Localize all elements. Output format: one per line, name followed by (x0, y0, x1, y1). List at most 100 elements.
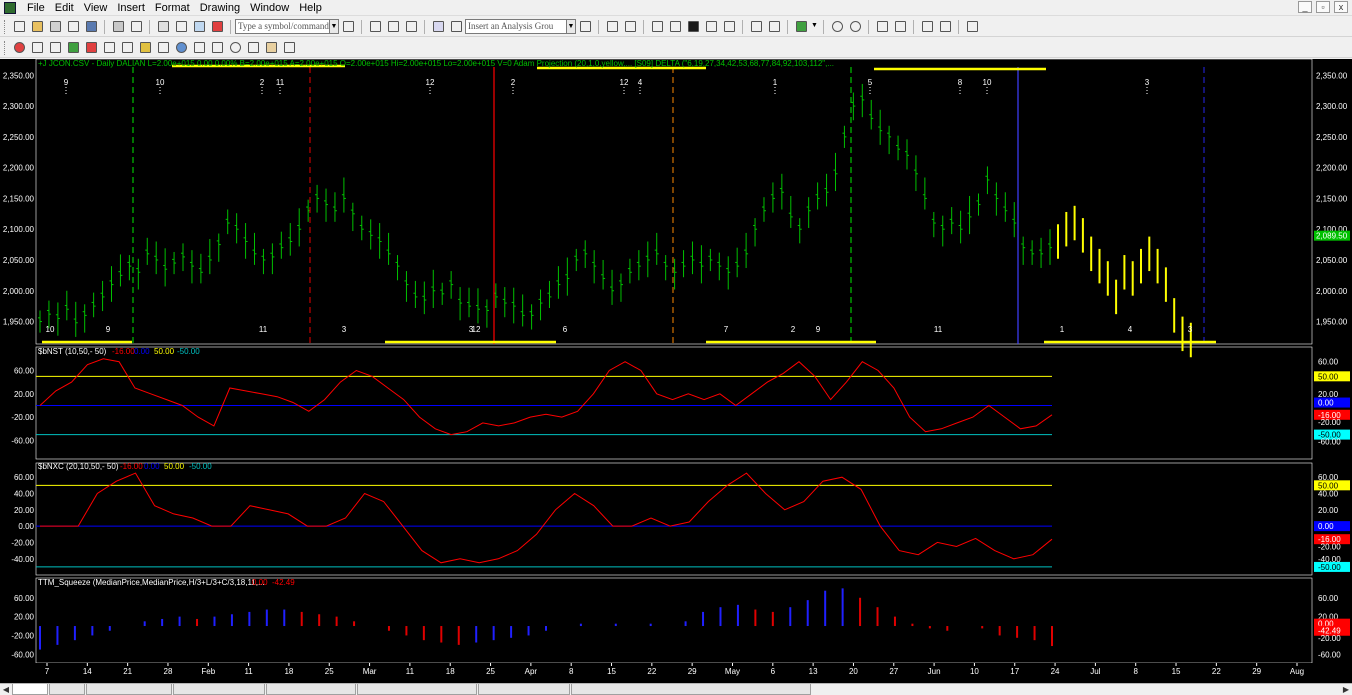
toolbar-grip[interactable] (4, 40, 7, 55)
menu-drawing[interactable]: Drawing (195, 1, 245, 15)
document-tab[interactable] (478, 684, 570, 695)
delta-label-top: 3 (1145, 78, 1150, 87)
nxc-right-label: 0.00 (1318, 522, 1334, 531)
date-axis-label: Apr (525, 667, 538, 676)
menu-view[interactable]: View (79, 1, 113, 15)
application-window: File Edit View Insert Format Drawing Win… (0, 0, 1352, 695)
date-axis-label: 17 (1010, 667, 1019, 676)
alert-icon[interactable] (964, 19, 980, 35)
close-button[interactable]: x (1334, 1, 1348, 13)
cycles-icon[interactable] (155, 40, 171, 56)
layout-icon[interactable] (191, 19, 207, 35)
toolbar-grip[interactable] (4, 19, 7, 34)
wave-icon[interactable] (281, 40, 297, 56)
document-tab[interactable] (86, 684, 172, 695)
document-tab[interactable] (49, 684, 85, 695)
pointer-icon[interactable] (874, 19, 890, 35)
new-workspace-icon[interactable] (65, 19, 81, 35)
analysis-group-icon[interactable] (577, 19, 593, 35)
chart-canvas[interactable]: 2,350.00 2,350.00 2,300.00 2,300.00 2,250.00… (0, 59, 1352, 683)
date-axis-label: 28 (164, 667, 173, 676)
circle-tool-icon[interactable] (11, 40, 27, 56)
globe-icon[interactable] (173, 40, 189, 56)
delta-label-bottom: 9 (106, 325, 111, 334)
chart-area[interactable]: 2,350.00 2,350.00 2,300.00 2,300.00 2,250.00… (0, 59, 1352, 683)
print-icon[interactable] (110, 19, 126, 35)
gann-icon[interactable] (137, 40, 153, 56)
delta-label-bottom: 4 (1128, 325, 1133, 334)
ohlc-bar-icon[interactable] (703, 19, 719, 35)
chevron-down-icon[interactable]: ▼ (810, 19, 819, 34)
calendar-icon[interactable] (209, 40, 225, 56)
line-chart-icon[interactable] (721, 19, 737, 35)
ttm-axis-tick: 20.00 (14, 613, 35, 622)
color-bars-icon[interactable] (793, 19, 809, 35)
nxc-axis-tick: -20.00 (11, 538, 34, 547)
menu-edit[interactable]: Edit (50, 1, 79, 15)
menu-file[interactable]: File (22, 1, 50, 15)
alerts-icon[interactable] (83, 40, 99, 56)
price-axis-tick-left: 2,100.00 (3, 225, 35, 234)
zoom-out-icon[interactable] (847, 19, 863, 35)
chevron-down-icon[interactable]: ▼ (567, 19, 576, 34)
save-icon[interactable] (83, 19, 99, 35)
document-tab[interactable] (571, 684, 811, 695)
app-icon[interactable] (4, 1, 16, 14)
price-axis-tick-right: 2,050.00 (1316, 256, 1348, 265)
symbol-command-input[interactable]: Type a symbol/command (235, 19, 330, 34)
scroll-left-icon[interactable]: ◀ (0, 685, 12, 694)
format-icon[interactable] (622, 19, 638, 35)
new-file-icon[interactable] (11, 19, 27, 35)
grid-view-icon[interactable] (403, 19, 419, 35)
bar-chart-icon[interactable] (667, 19, 683, 35)
menu-insert[interactable]: Insert (112, 1, 150, 15)
scan-icon[interactable] (65, 40, 81, 56)
document-tab-active[interactable] (12, 684, 48, 695)
indicator-icon[interactable] (430, 19, 446, 35)
nxc-right-label: -50.00 (1318, 563, 1341, 572)
zoom-in-icon[interactable] (829, 19, 845, 35)
document-tab[interactable] (173, 684, 265, 695)
table-icon[interactable] (263, 40, 279, 56)
quote-board-icon[interactable] (173, 19, 189, 35)
crosshair-icon[interactable] (766, 19, 782, 35)
compress-icon[interactable] (649, 19, 665, 35)
find-symbol-icon[interactable] (340, 19, 356, 35)
expert-icon[interactable] (448, 19, 464, 35)
window-controls: _ ▫ x (1298, 1, 1348, 13)
toolbar-separator (598, 19, 599, 34)
minimize-button[interactable]: _ (1298, 1, 1312, 13)
analysis-group-input[interactable]: Insert an Analysis Grou (465, 19, 567, 34)
data-tips-icon[interactable] (748, 19, 764, 35)
date-axis-label: 15 (1172, 667, 1181, 676)
cascade-windows-icon[interactable] (385, 19, 401, 35)
chevron-down-icon[interactable]: ▼ (330, 19, 339, 34)
document-tab[interactable] (266, 684, 356, 695)
news-icon[interactable] (29, 40, 45, 56)
tools-icon[interactable] (919, 19, 935, 35)
colors-icon[interactable] (209, 19, 225, 35)
planet-icon[interactable] (227, 40, 243, 56)
menu-window[interactable]: Window (245, 1, 294, 15)
square-icon[interactable] (245, 40, 261, 56)
document-tab[interactable] (357, 684, 477, 695)
restore-button[interactable]: ▫ (1316, 1, 1330, 13)
system-icon[interactable] (101, 40, 117, 56)
open-workspace-icon[interactable] (47, 19, 63, 35)
delete-object-icon[interactable] (892, 19, 908, 35)
tile-windows-icon[interactable] (367, 19, 383, 35)
open-folder-icon[interactable] (29, 19, 45, 35)
portfolio-icon[interactable] (47, 40, 63, 56)
candlestick-icon[interactable] (685, 19, 701, 35)
fibonacci-icon[interactable] (119, 40, 135, 56)
chart-window-icon[interactable] (155, 19, 171, 35)
toolbar-separator (424, 19, 425, 34)
scroll-right-icon[interactable]: ▶ (1340, 685, 1352, 694)
astro-icon[interactable] (191, 40, 207, 56)
print-preview-icon[interactable] (128, 19, 144, 35)
chart-properties-icon[interactable] (604, 19, 620, 35)
toolbar-separator (868, 19, 869, 34)
link-icon[interactable] (937, 19, 953, 35)
menu-help[interactable]: Help (294, 1, 327, 15)
menu-format[interactable]: Format (150, 1, 195, 15)
